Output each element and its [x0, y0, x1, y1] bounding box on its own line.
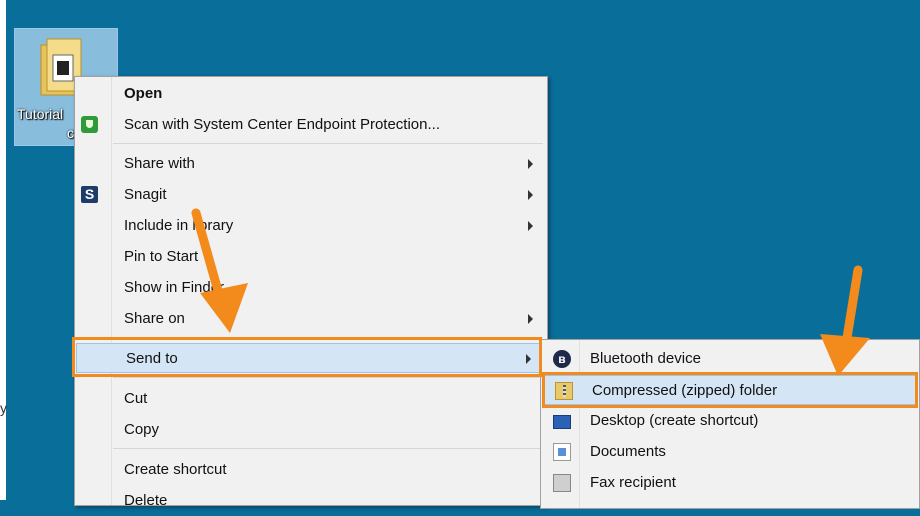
- menu-item-include-in-library[interactable]: Include in library: [75, 211, 547, 241]
- bluetooth-icon: ʙ: [553, 350, 571, 368]
- menu-item-label: Share on: [124, 310, 185, 327]
- desktop-icon: [553, 415, 571, 429]
- submenu-item-documents[interactable]: Documents: [541, 437, 919, 467]
- submenu-item-fax[interactable]: Fax recipient: [541, 468, 919, 498]
- menu-item-label: Cut: [124, 390, 148, 407]
- menu-item-send-to[interactable]: Send to: [76, 343, 546, 373]
- menu-item-show-in-finder[interactable]: Show in Finder: [75, 273, 547, 303]
- menu-item-pin-to-start[interactable]: Pin to Start: [75, 242, 547, 272]
- shield-icon: [81, 116, 98, 133]
- menu-item-delete[interactable]: Delete: [75, 486, 547, 516]
- context-menu: Open Scan with System Center Endpoint Pr…: [74, 76, 548, 509]
- menu-item-label: Share with: [124, 155, 195, 172]
- menu-item-label: Create shortcut: [124, 461, 227, 478]
- submenu-item-compressed-folder[interactable]: Compressed (zipped) folder: [542, 375, 918, 405]
- menu-item-label: Scan with System Center Endpoint Protect…: [124, 116, 440, 133]
- menu-item-create-shortcut[interactable]: Create shortcut: [75, 455, 547, 485]
- left-edge-strip: [0, 0, 6, 500]
- menu-item-label: Open: [124, 85, 163, 102]
- send-to-submenu: ʙ Bluetooth device Compressed (zipped) f…: [540, 339, 920, 509]
- submenu-arrow-icon: [528, 314, 533, 324]
- menu-item-label: Delete: [124, 492, 168, 509]
- menu-item-open[interactable]: Open: [75, 79, 547, 109]
- menu-item-snagit[interactable]: S Snagit: [75, 180, 547, 210]
- menu-item-label: Pin to Start: [124, 248, 199, 265]
- menu-item-label: Send to: [126, 350, 178, 367]
- menu-item-label: Show in Finder: [124, 279, 225, 296]
- zip-folder-icon: [555, 382, 573, 400]
- menu-separator: [113, 448, 543, 449]
- menu-item-share-on[interactable]: Share on: [75, 304, 547, 334]
- submenu-item-label: Compressed (zipped) folder: [592, 382, 778, 399]
- fax-icon: [553, 474, 571, 492]
- submenu-item-label: Documents: [590, 443, 666, 460]
- documents-icon: [553, 443, 571, 461]
- menu-item-scan[interactable]: Scan with System Center Endpoint Protect…: [75, 110, 547, 140]
- submenu-arrow-icon: [528, 221, 533, 231]
- menu-item-label: Snagit: [124, 186, 167, 203]
- menu-separator: [113, 337, 543, 338]
- menu-separator: [113, 143, 543, 144]
- submenu-arrow-icon: [526, 354, 531, 364]
- submenu-arrow-icon: [528, 190, 533, 200]
- menu-item-copy[interactable]: Copy: [75, 415, 547, 445]
- desktop-label-line1: Tutorial: [17, 106, 64, 122]
- menu-item-cut[interactable]: Cut: [75, 384, 547, 414]
- menu-item-label: Include in library: [124, 217, 234, 234]
- submenu-item-label: Bluetooth device: [590, 350, 701, 367]
- menu-item-share-with[interactable]: Share with: [75, 149, 547, 179]
- submenu-arrow-icon: [528, 159, 533, 169]
- left-edge-text: y: [0, 400, 7, 416]
- submenu-item-desktop[interactable]: Desktop (create shortcut): [541, 406, 919, 436]
- submenu-item-label: Fax recipient: [590, 474, 676, 491]
- menu-separator: [113, 377, 543, 378]
- submenu-item-label: Desktop (create shortcut): [590, 412, 759, 429]
- menu-item-label: Copy: [124, 421, 160, 438]
- snagit-icon: S: [81, 186, 98, 203]
- submenu-item-bluetooth[interactable]: ʙ Bluetooth device: [541, 344, 919, 374]
